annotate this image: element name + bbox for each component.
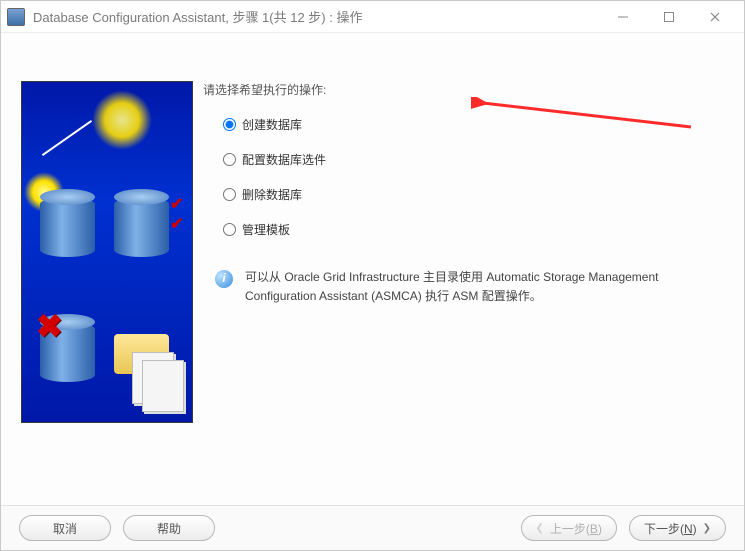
info-message: i 可以从 Oracle Grid Infrastructure 主目录使用 A… (215, 268, 734, 306)
radio-create-database[interactable] (223, 118, 236, 131)
radio-manage-templates[interactable] (223, 223, 236, 236)
info-text: 可以从 Oracle Grid Infrastructure 主目录使用 Aut… (245, 268, 725, 306)
wizard-button-bar: 取消 帮助 ❮ 上一步(B) 下一步(N) ❯ (1, 505, 744, 550)
option-label: 配置数据库选件 (242, 151, 326, 168)
operation-options: 创建数据库 配置数据库选件 删除数据库 管理模板 (223, 116, 734, 238)
button-label: 取消 (53, 520, 77, 537)
minimize-button[interactable] (600, 3, 646, 31)
option-configure-database[interactable]: 配置数据库选件 (223, 151, 734, 168)
window-title: Database Configuration Assistant, 步骤 1(共… (33, 7, 600, 26)
radio-delete-database[interactable] (223, 188, 236, 201)
option-create-database[interactable]: 创建数据库 (223, 116, 734, 133)
wizard-content: 请选择希望执行的操作: 创建数据库 配置数据库选件 删除数据库 管理模板 (193, 33, 744, 505)
back-button[interactable]: ❮ 上一步(B) (521, 515, 617, 541)
option-label: 删除数据库 (242, 186, 302, 203)
info-icon: i (215, 270, 233, 288)
option-label: 创建数据库 (242, 116, 302, 133)
option-label: 管理模板 (242, 221, 290, 238)
wizard-body: ✔ ✔ ✖ 请选择希望执行的操作: 创建数据库 配置数据库选件 (1, 33, 744, 505)
wizard-side-image: ✔ ✔ ✖ (21, 81, 193, 423)
button-label: 下一步(N) (644, 520, 697, 537)
chevron-left-icon: ❮ (536, 523, 544, 534)
maximize-button[interactable] (646, 3, 692, 31)
dbca-window: Database Configuration Assistant, 步骤 1(共… (0, 0, 745, 551)
window-controls (600, 3, 738, 31)
next-button[interactable]: 下一步(N) ❯ (629, 515, 726, 541)
option-delete-database[interactable]: 删除数据库 (223, 186, 734, 203)
option-manage-templates[interactable]: 管理模板 (223, 221, 734, 238)
help-button[interactable]: 帮助 (123, 515, 215, 541)
button-label: 上一步(B) (550, 520, 602, 537)
titlebar: Database Configuration Assistant, 步骤 1(共… (1, 1, 744, 33)
cancel-button[interactable]: 取消 (19, 515, 111, 541)
close-button[interactable] (692, 3, 738, 31)
app-icon (7, 8, 25, 26)
radio-configure-database[interactable] (223, 153, 236, 166)
chevron-right-icon: ❯ (703, 523, 711, 534)
operation-prompt: 请选择希望执行的操作: (203, 81, 734, 98)
button-label: 帮助 (157, 520, 181, 537)
